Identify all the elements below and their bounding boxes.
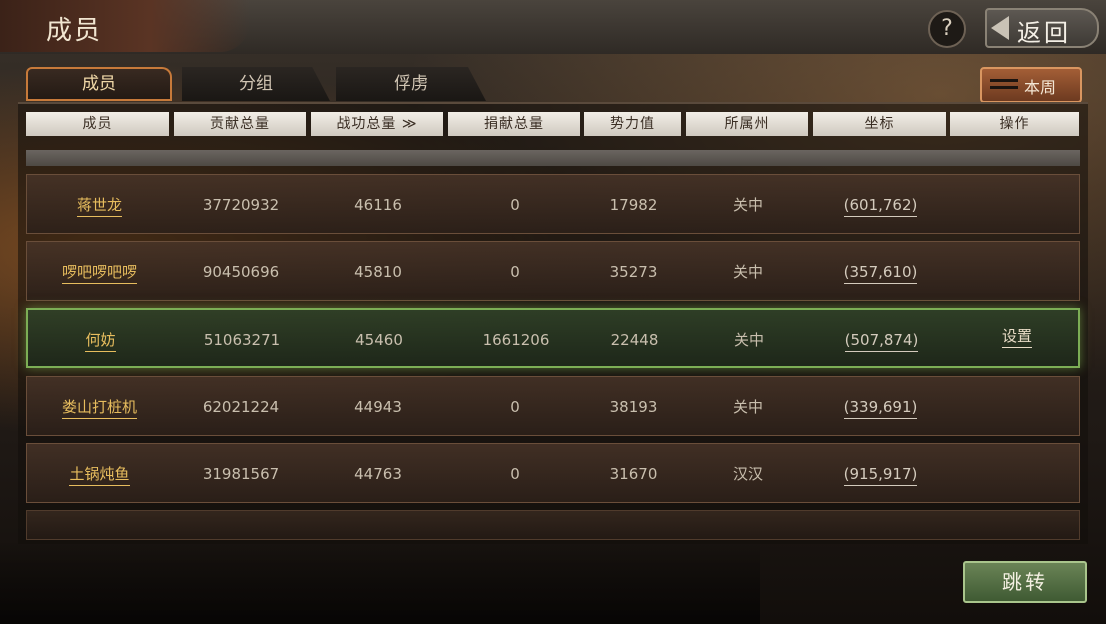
merit-value: 44763: [354, 465, 402, 483]
state-value: 关中: [732, 196, 763, 214]
contribution-value: 51063271: [203, 331, 281, 349]
state-value: 关中: [732, 263, 763, 281]
donation-value: 1661206: [482, 331, 550, 349]
power-value: 17982: [609, 196, 658, 214]
column-header-action[interactable]: 操作: [950, 112, 1079, 136]
column-header-coord[interactable]: 坐标: [813, 112, 946, 136]
member-name[interactable]: 娄山打桩机: [27, 377, 172, 437]
tab-groups[interactable]: 分组: [182, 67, 330, 101]
coordinate-link[interactable]: (339,691): [814, 377, 947, 437]
coordinate-link[interactable]: (601,762): [814, 175, 947, 235]
coordinate-link[interactable]: (507,874): [815, 310, 948, 370]
state-value: 关中: [733, 331, 764, 349]
settings-link[interactable]: 设置: [952, 310, 1082, 370]
back-button[interactable]: 返回: [985, 8, 1099, 48]
merit-value: 44943: [354, 398, 402, 416]
tab-captives[interactable]: 俘虏: [336, 67, 486, 101]
table-row[interactable]: 啰吧啰吧啰 90450696 45810 0 35273 关中 (357,610…: [26, 241, 1080, 301]
merit-value: 45460: [355, 331, 403, 349]
week-button-label: 本周: [1024, 78, 1057, 97]
contribution-value: 31981567: [202, 465, 280, 483]
donation-value: 0: [510, 465, 520, 483]
table-row[interactable]: 蒋世龙 37720932 46116 0 17982 关中 (601,762): [26, 174, 1080, 234]
donation-value: 0: [510, 398, 520, 416]
contribution-value: 37720932: [202, 196, 280, 214]
member-name[interactable]: 蒋世龙: [27, 175, 172, 235]
column-header-contribution[interactable]: 贡献总量: [174, 112, 306, 136]
merit-value: 45810: [354, 263, 402, 281]
calendar-bars-icon: [990, 79, 1018, 89]
member-name[interactable]: 何妨: [28, 310, 173, 370]
column-header-donation[interactable]: 捐献总量: [448, 112, 580, 136]
column-header-power[interactable]: 势力值: [584, 112, 681, 136]
donation-value: 0: [510, 263, 520, 281]
state-value: 关中: [732, 398, 763, 416]
title-plate: [0, 0, 250, 52]
member-name[interactable]: 啰吧啰吧啰: [27, 242, 172, 302]
member-name[interactable]: 土锅炖鱼: [27, 444, 172, 504]
tab-members[interactable]: 成员: [26, 67, 172, 101]
power-value: 22448: [610, 331, 659, 349]
coordinate-link[interactable]: (915,917): [814, 444, 947, 504]
donation-value: 0: [510, 196, 520, 214]
contribution-value: 90450696: [202, 263, 280, 281]
table-row[interactable]: 土锅炖鱼 31981567 44763 0 31670 汉汉 (915,917): [26, 443, 1080, 503]
table-row-partial[interactable]: [26, 510, 1080, 540]
coordinate-link[interactable]: (357,610): [814, 242, 947, 302]
jump-button[interactable]: 跳转: [963, 561, 1087, 603]
power-value: 35273: [609, 263, 658, 281]
column-header-member[interactable]: 成员: [26, 112, 169, 136]
column-header-merit[interactable]: 战功总量 ≫: [311, 112, 443, 136]
background-crowd: [0, 540, 760, 624]
column-header-state[interactable]: 所属州: [686, 112, 808, 136]
table-divider: [26, 150, 1080, 166]
state-value: 汉汉: [732, 465, 763, 483]
table-row-selected[interactable]: 何妨 51063271 45460 1661206 22448 关中 (507,…: [26, 308, 1080, 368]
week-button[interactable]: 本周: [980, 67, 1082, 103]
page-title: 成员: [46, 16, 103, 46]
merit-value: 46116: [354, 196, 402, 214]
contribution-value: 62021224: [202, 398, 280, 416]
power-value: 31670: [609, 465, 658, 483]
power-value: 38193: [609, 398, 658, 416]
table-row[interactable]: 娄山打桩机 62021224 44943 0 38193 关中 (339,691…: [26, 376, 1080, 436]
help-button[interactable]: ?: [928, 10, 966, 48]
back-button-label: 返回: [1017, 19, 1071, 47]
back-arrow-icon: [991, 16, 1009, 40]
